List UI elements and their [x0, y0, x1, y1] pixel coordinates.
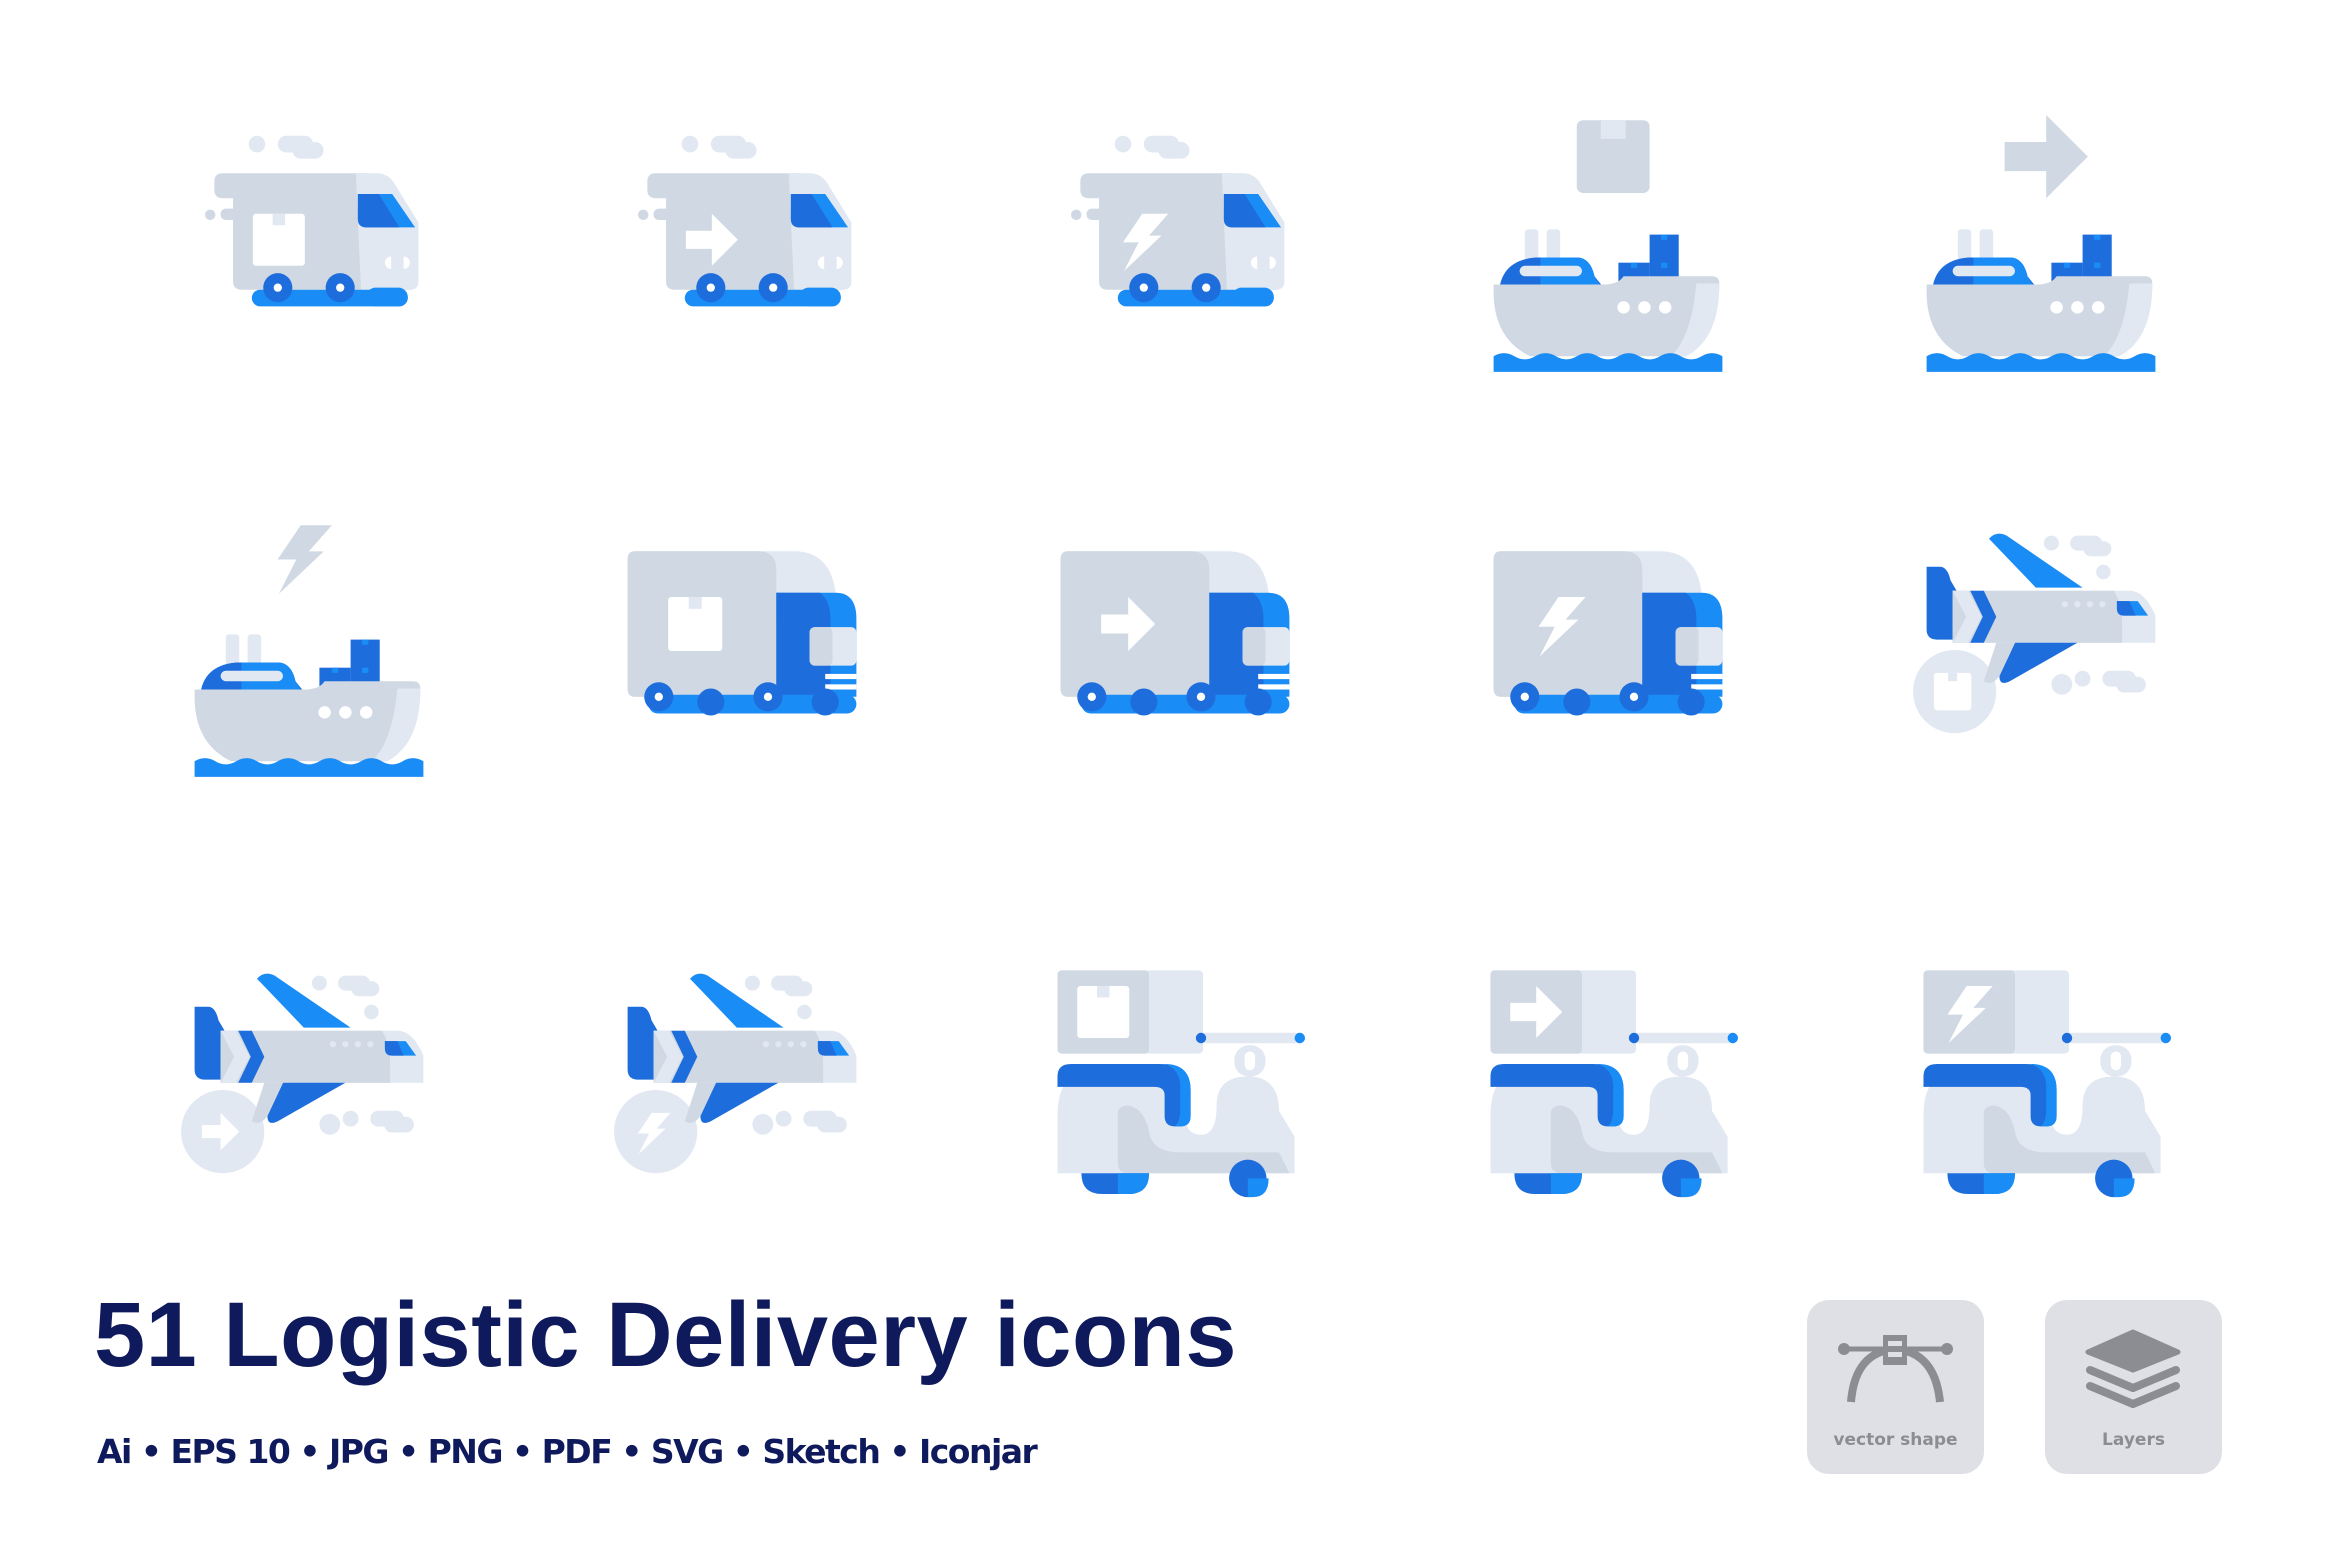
truck-box-glyph: [627, 551, 857, 716]
vector-shape-label: vector shape: [1833, 1430, 1958, 1450]
scooter-box-icon: [1045, 960, 1305, 1220]
ship-lightning-glyph: [194, 525, 424, 777]
format-separator: •: [140, 1432, 162, 1471]
scooter-box-glyph: [1057, 970, 1305, 1198]
format-item: PNG: [427, 1432, 504, 1471]
plane-box-icon: [1911, 520, 2171, 780]
format-item: Ai: [97, 1432, 132, 1471]
format-item: EPS 10: [170, 1432, 290, 1471]
ship-lightning-icon: [179, 520, 439, 780]
van-lightning-glyph: [1071, 135, 1285, 307]
ship-box-glyph: [1493, 120, 1723, 372]
format-separator: •: [299, 1432, 320, 1471]
truck-box-icon: [612, 520, 872, 780]
format-separator: •: [512, 1432, 533, 1471]
layers-label: Layers: [2102, 1430, 2165, 1450]
format-separator: •: [889, 1432, 910, 1471]
plane-lightning-icon: [612, 960, 872, 1220]
truck-arrow-glyph: [1060, 551, 1290, 716]
truck-arrow-icon: [1045, 520, 1305, 780]
ship-arrow-icon: [1911, 115, 2171, 375]
vector-shape-icon: [1838, 1335, 1953, 1403]
scooter-arrow-icon: [1478, 960, 1738, 1220]
format-separator: •: [621, 1432, 642, 1471]
plane-arrow-icon: [179, 960, 439, 1220]
product-title: 51 Logistic Delivery icons: [94, 1284, 1238, 1386]
format-item: Iconjar: [918, 1432, 1038, 1471]
van-arrow-glyph: [638, 135, 852, 307]
van-arrow-icon: [612, 115, 872, 375]
scooter-lightning-icon: [1911, 960, 2171, 1220]
van-box-glyph: [205, 135, 419, 307]
format-separator: •: [398, 1432, 419, 1471]
layers-badge: Layers: [2045, 1300, 2222, 1474]
format-item: Sketch: [762, 1432, 881, 1471]
format-item: PDF: [541, 1432, 613, 1471]
file-formats-list: Ai • EPS 10 • JPG • PNG • PDF • SVG • Sketch • Iconjar: [97, 1432, 1038, 1471]
ship-box-icon: [1478, 115, 1738, 375]
van-box-icon: [179, 115, 439, 375]
plane-box-glyph: [1913, 533, 2156, 734]
format-item: SVG: [650, 1432, 724, 1471]
truck-lightning-icon: [1478, 520, 1738, 780]
truck-lightning-glyph: [1493, 551, 1723, 716]
vector-shape-badge: vector shape: [1807, 1300, 1984, 1474]
layers-icon: [2085, 1329, 2181, 1408]
plane-arrow-glyph: [181, 973, 424, 1174]
scooter-arrow-glyph: [1490, 970, 1738, 1198]
plane-lightning-glyph: [614, 973, 857, 1174]
van-lightning-icon: [1045, 115, 1305, 375]
scooter-lightning-glyph: [1923, 970, 2171, 1198]
ship-arrow-glyph: [1926, 115, 2156, 372]
format-separator: •: [732, 1432, 754, 1471]
format-item: JPG: [328, 1432, 390, 1471]
